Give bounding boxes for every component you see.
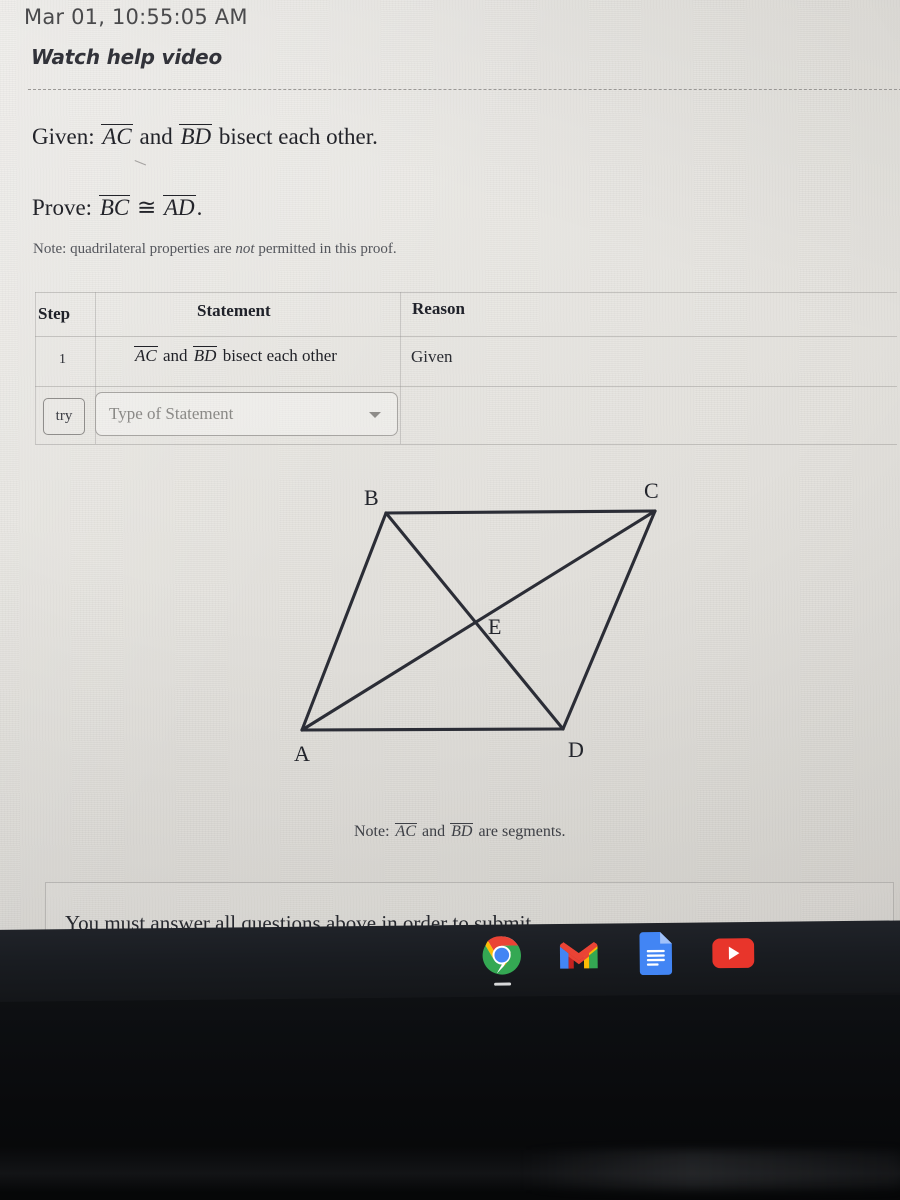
table-header-step: Step [38,304,71,323]
diagonal-bd [384,511,565,731]
statement-type-select[interactable]: Type of Statement [95,392,398,436]
edge-bc [384,509,657,515]
segment-bc: BC [98,195,131,220]
proof-restriction-note: Note: quadrilateral properties are not p… [33,241,397,258]
table-row-step-number: 1 [59,352,66,367]
segment-bd: BD [450,823,474,840]
segment-ac: AC [394,823,417,840]
figure-note: Note: AC and BD are segments. [354,823,566,841]
vertex-label-c: C [644,478,659,503]
os-taskbar [0,920,900,1002]
edge-da [300,727,565,732]
note-suffix: permitted in this proof. [254,241,397,257]
desk-reflection [520,1150,900,1190]
segment-ad: AD [162,195,196,220]
segment-bd: BD [192,346,218,365]
vertex-label-a: A [294,741,310,766]
prove-label: Prove: [32,195,93,220]
figure-note-tail: are segments. [478,823,566,840]
statement-type-placeholder: Type of Statement [109,404,234,423]
segment-bd: BD [179,124,213,149]
figure-note-prefix: Note: [354,823,390,840]
segment-ac: AC [134,346,158,365]
prove-statement: Prove: BC ≅ AD. [32,195,202,221]
table-header-rule [35,336,897,337]
taskbar-icon-row [480,931,754,986]
segment-ac: AC [101,124,133,149]
table-border-top [35,292,897,293]
congruent-symbol: ≅ [136,195,157,220]
section-divider [28,89,900,91]
statement-tail: bisect each other [222,346,337,365]
google-docs-icon[interactable] [634,931,677,976]
table-row-rule [35,386,897,387]
given-conjunction: and [139,124,173,149]
edge-cd [561,509,657,731]
try-button[interactable]: try [43,398,85,435]
edge-ab [300,511,388,732]
chrome-active-indicator [493,982,511,986]
gmail-icon[interactable] [557,933,600,976]
table-header-statement: Statement [197,301,271,320]
table-col-divider-statement [400,292,401,444]
stray-pencil-mark [131,160,147,172]
table-border-left [35,292,36,444]
prove-tail: . [196,195,203,220]
given-statement: Given: AC and BD bisect each other. [32,124,378,150]
youtube-icon[interactable] [711,931,754,974]
note-emphasis: not [235,241,255,257]
statement-conjunction: and [162,346,188,365]
given-label: Given: [32,124,95,149]
os-clock: Mar 01, 10:55:05 AM [24,5,248,29]
watch-help-video-link[interactable]: Watch help video [31,45,222,69]
vertex-label-b: B [364,485,379,510]
given-tail: bisect each other. [218,124,378,149]
table-border-bottom [35,444,897,445]
browser-content: Mar 01, 10:55:05 AM Watch help video Giv… [10,5,900,956]
parallelogram-diagram: A B C D E [294,478,659,766]
proof-table: Step Statement Reason 1 AC and BD bisect… [35,292,897,445]
chrome-icon[interactable] [480,933,523,986]
vertex-label-d: D [568,737,584,762]
note-prefix: Note: quadrilateral properties are [33,241,236,257]
figure-note-conjunction: and [422,823,446,840]
diagonal-ac [300,509,657,732]
chevron-down-icon [369,412,381,418]
table-row-reason: Given [411,347,453,366]
table-header-reason: Reason [412,299,465,318]
vertex-label-e: E [488,614,501,639]
geometry-figure: A B C D E [260,469,710,769]
table-row-statement: AC and BD bisect each other [133,346,337,366]
